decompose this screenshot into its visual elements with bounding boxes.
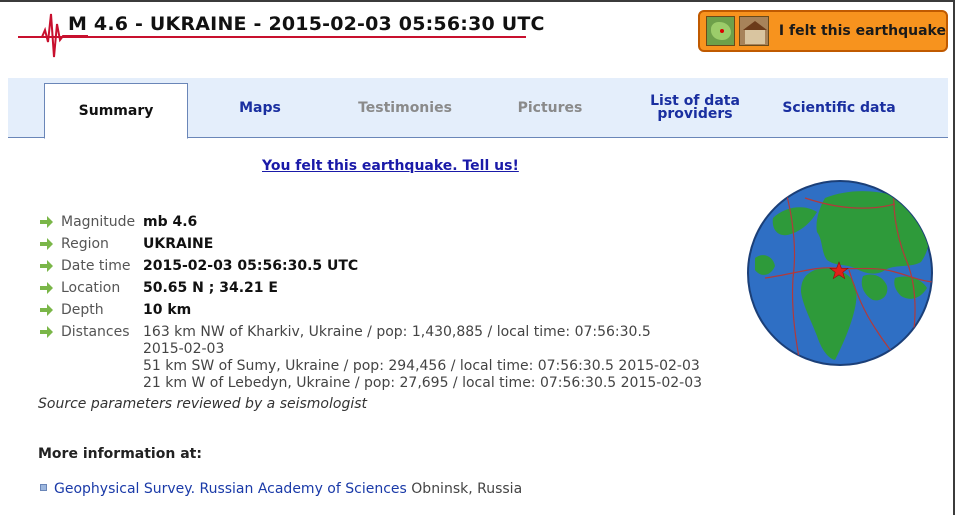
provider-link[interactable]: Geophysical Survey. Russian Academy of S…	[54, 481, 407, 497]
detail-row-distances: Distances 163 km NW of Kharkiv, Ukraine …	[40, 324, 740, 391]
tab-data-providers-label-line2: providers	[657, 106, 733, 122]
more-info-heading: More information at:	[38, 446, 202, 462]
tab-data-providers[interactable]: List of data providers	[638, 78, 752, 138]
location-value: 50.65 N ; 34.21 E	[143, 280, 278, 296]
earthquake-details: Magnitude mb 4.6 Region UKRAINE Date tim…	[40, 214, 740, 391]
tab-scientific-data[interactable]: Scientific data	[776, 78, 902, 138]
tab-testimonies: Testimonies	[348, 78, 462, 138]
magnitude-value: mb 4.6	[143, 214, 198, 230]
distance-line: 2015-02-03	[143, 341, 225, 357]
tab-maps[interactable]: Maps	[208, 78, 312, 138]
window-top-border	[0, 0, 955, 2]
location-label: Location	[61, 280, 121, 296]
depth-value: 10 km	[143, 302, 192, 318]
arrow-right-icon	[40, 238, 53, 250]
tab-summary[interactable]: Summary	[44, 83, 188, 139]
arrow-right-icon	[40, 216, 53, 228]
magnitude-label: Magnitude	[61, 214, 136, 230]
tab-scientific-data-label: Scientific data	[782, 99, 896, 116]
source-note: Source parameters reviewed by a seismolo…	[38, 396, 368, 412]
tab-pictures: Pictures	[500, 78, 600, 138]
bullet-icon	[40, 484, 47, 491]
tab-summary-label: Summary	[78, 102, 154, 119]
arrow-right-icon	[40, 260, 53, 272]
date-time-label: Date time	[61, 258, 131, 274]
arrow-right-icon	[40, 304, 53, 316]
detail-row-location: Location 50.65 N ; 34.21 E	[40, 280, 740, 302]
detail-row-magnitude: Magnitude mb 4.6	[40, 214, 740, 236]
arrow-right-icon	[40, 282, 53, 294]
felt-button-label: I felt this earthquake	[778, 23, 946, 39]
region-label: Region	[61, 236, 109, 252]
arrow-right-icon	[40, 326, 53, 338]
damaged-house-thumbnail-icon	[739, 16, 769, 46]
provider-place: Obninsk, Russia	[411, 481, 523, 497]
distance-line: 51 km SW of Sumy, Ukraine / pop: 294,456…	[143, 358, 700, 374]
distances-label: Distances	[61, 324, 130, 340]
title-underline	[18, 36, 526, 38]
detail-row-region: Region UKRAINE	[40, 236, 740, 258]
provider-item: Geophysical Survey. Russian Academy of S…	[40, 481, 522, 497]
tab-testimonies-label: Testimonies	[358, 99, 452, 116]
globe-map-icon[interactable]	[745, 178, 935, 368]
tab-pictures-label: Pictures	[517, 99, 583, 116]
felt-map-thumbnail-icon	[706, 16, 736, 46]
distance-line: 163 km NW of Kharkiv, Ukraine / pop: 1,4…	[143, 324, 651, 340]
distances-list: 163 km NW of Kharkiv, Ukraine / pop: 1,4…	[143, 324, 733, 392]
detail-row-depth: Depth 10 km	[40, 302, 740, 324]
detail-row-date-time: Date time 2015-02-03 05:56:30.5 UTC	[40, 258, 740, 280]
felt-earthquake-link[interactable]: You felt this earthquake. Tell us!	[262, 158, 519, 174]
felt-earthquake-button[interactable]: I felt this earthquake	[698, 10, 948, 52]
tab-maps-label: Maps	[239, 99, 281, 116]
tab-bar: Summary Maps Testimonies Pictures List o…	[8, 78, 948, 139]
depth-label: Depth	[61, 302, 104, 318]
page-title: M 4.6 - UKRAINE - 2015-02-03 05:56:30 UT…	[68, 13, 545, 35]
region-value: UKRAINE	[143, 236, 214, 252]
date-time-value: 2015-02-03 05:56:30.5 UTC	[143, 258, 359, 274]
distance-line: 21 km W of Lebedyn, Ukraine / pop: 27,69…	[143, 375, 703, 391]
